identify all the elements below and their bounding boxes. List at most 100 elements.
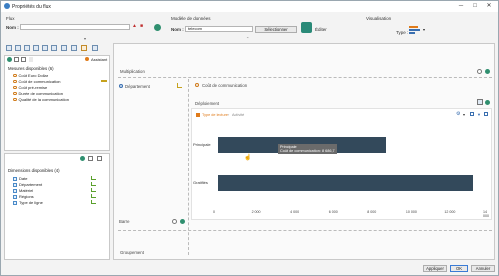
- axis-dimension-label[interactable]: Département: [125, 84, 150, 89]
- measure-tool-icon[interactable]: [6, 45, 12, 51]
- hierarchy-icon: [177, 83, 182, 88]
- filter-tool-icon[interactable]: [42, 45, 48, 51]
- measure-icon: [13, 73, 17, 78]
- measure-icon: [13, 91, 17, 96]
- x-tick-label: 14 000: [483, 210, 489, 218]
- bar-chart-type-icon[interactable]: [409, 25, 421, 35]
- visualization-header: Visualisation: [366, 16, 392, 21]
- grid-tool-icon[interactable]: [51, 45, 57, 51]
- measure-item[interactable]: Durée de communication: [13, 91, 63, 96]
- hierarchy-tool-icon[interactable]: [33, 45, 39, 51]
- dimension-edit-icon[interactable]: [97, 156, 102, 161]
- x-tick-label: 6 000: [328, 210, 338, 214]
- groupement-label: Groupement: [120, 250, 144, 255]
- axis-measure-label[interactable]: Coût de communication: [202, 83, 247, 88]
- axis-dimension-icon: [119, 84, 123, 88]
- sort-tool-icon[interactable]: [61, 45, 67, 51]
- tools-icon[interactable]: [92, 45, 98, 51]
- hierarchy-icon: [91, 194, 96, 198]
- barre-label: Barre: [119, 219, 130, 224]
- vertical-divider: [188, 79, 189, 255]
- x-tick-label: 10 000: [405, 210, 417, 214]
- x-tick-label: 12 000: [444, 210, 456, 214]
- apply-button[interactable]: Appliquer: [423, 265, 447, 272]
- flux-warning-icon: ▲: [132, 23, 137, 29]
- chevron-down-icon[interactable]: ▾: [423, 27, 425, 32]
- barre-options-icon[interactable]: [172, 219, 177, 224]
- deploiement-add-icon[interactable]: [485, 100, 490, 105]
- dimension-item[interactable]: Département: [13, 182, 42, 187]
- format-tool-icon[interactable]: [71, 45, 77, 51]
- measure-edit-icon[interactable]: [21, 57, 26, 62]
- model-name-input[interactable]: telecom: [185, 26, 253, 32]
- assistant-icon: [85, 57, 89, 61]
- dimension-icon: [13, 188, 17, 193]
- cancel-button[interactable]: Annuler: [471, 265, 495, 272]
- app-icon: [4, 3, 10, 9]
- flux-name-label: Nom :: [6, 25, 19, 30]
- minimize-button[interactable]: ─: [456, 2, 466, 11]
- barre-add-icon[interactable]: [180, 219, 185, 224]
- measure-item[interactable]: Qualité de la communication: [13, 97, 69, 102]
- measure-item[interactable]: Coût de communication: [13, 79, 61, 84]
- measure-list-icon[interactable]: [14, 57, 19, 62]
- x-tick-label: 0: [213, 210, 215, 214]
- properties-window: Propriétés du flux ─ □ ✕ Flux Nom : ▲ ■ …: [0, 0, 499, 276]
- multiplication-options-icon[interactable]: [477, 69, 482, 74]
- x-tick-label: 4 000: [290, 210, 300, 214]
- category-label: Principale: [193, 142, 211, 147]
- hierarchy-icon: [91, 188, 96, 192]
- mouse-cursor-icon: ☝: [244, 155, 252, 161]
- chart-tooltip: Principale Coût de communication: 8 686,…: [278, 144, 337, 154]
- measure-item[interactable]: Coût pré-remise: [13, 85, 47, 90]
- hierarchy-icon: [91, 182, 96, 186]
- left-toolbar: [4, 43, 109, 53]
- dimension-item[interactable]: Type de ligne: [13, 200, 43, 205]
- flux-name-input[interactable]: [20, 24, 130, 30]
- close-button[interactable]: ✕: [484, 2, 494, 11]
- tooltip-value: Coût de communication: 8 686,7: [280, 149, 335, 153]
- splitter-chevron-icon[interactable]: ▾: [84, 36, 86, 41]
- edit-model-button[interactable]: Éditer: [315, 27, 327, 32]
- edit-model-icon[interactable]: [301, 22, 312, 33]
- hierarchy-icon: [91, 200, 96, 204]
- model-header: Modèle de données: [171, 16, 211, 21]
- window-title: Propriétés du flux: [12, 3, 51, 10]
- calculated-measure-icon[interactable]: [15, 45, 21, 51]
- dimensions-header: Dimensions disponibles (4): [8, 168, 60, 173]
- bar[interactable]: [218, 175, 473, 191]
- measure-item[interactable]: Coût Euro Dollar: [13, 73, 48, 78]
- measure-icon: [13, 79, 17, 84]
- measure-icon: [13, 97, 17, 102]
- edit-tool-icon[interactable]: [81, 45, 87, 51]
- dimension-item[interactable]: Date: [13, 176, 27, 181]
- measure-filter-icon[interactable]: [29, 57, 33, 62]
- bar-chart: Principale Gratifiés 0 2 000 4 000 6 000 8 000…: [191, 108, 492, 220]
- add-dimension-icon[interactable]: [80, 156, 85, 161]
- deploiement-label: Déploiement: [195, 101, 220, 106]
- dimension-item[interactable]: Matériel: [13, 188, 33, 193]
- dimension-icon: [13, 182, 17, 187]
- x-tick-label: 2 000: [251, 210, 261, 214]
- dimension-icon: [13, 176, 17, 181]
- ok-button[interactable]: OK: [450, 265, 468, 272]
- visualization-type-label: Type :: [396, 30, 409, 35]
- hierarchy-icon: [91, 176, 96, 180]
- select-model-button[interactable]: Sélectionner: [255, 26, 297, 33]
- multiplication-label: Multiplication: [120, 69, 145, 74]
- measure-icon: [13, 85, 17, 90]
- main-designer-area: Multiplication Département Coût de commu…: [113, 43, 495, 260]
- dimension-item[interactable]: Régions: [13, 194, 34, 199]
- maximize-button[interactable]: □: [470, 2, 480, 11]
- flux-header: Flux: [6, 16, 15, 21]
- dimensions-panel: Dimensions disponibles (4) Date Départem…: [4, 153, 110, 260]
- dimension-list-icon[interactable]: [88, 156, 93, 161]
- add-measure-icon[interactable]: [7, 57, 12, 62]
- multiplication-add-icon[interactable]: [485, 69, 490, 74]
- model-refresh-icon[interactable]: [154, 24, 161, 31]
- assistant-label[interactable]: Assistant: [91, 57, 107, 62]
- collapse-toggle-icon[interactable]: ⌃: [246, 36, 249, 41]
- deploiement-settings-icon[interactable]: [477, 99, 483, 105]
- dimension-tool-icon[interactable]: [24, 45, 30, 51]
- model-name-label: Nom :: [171, 27, 184, 32]
